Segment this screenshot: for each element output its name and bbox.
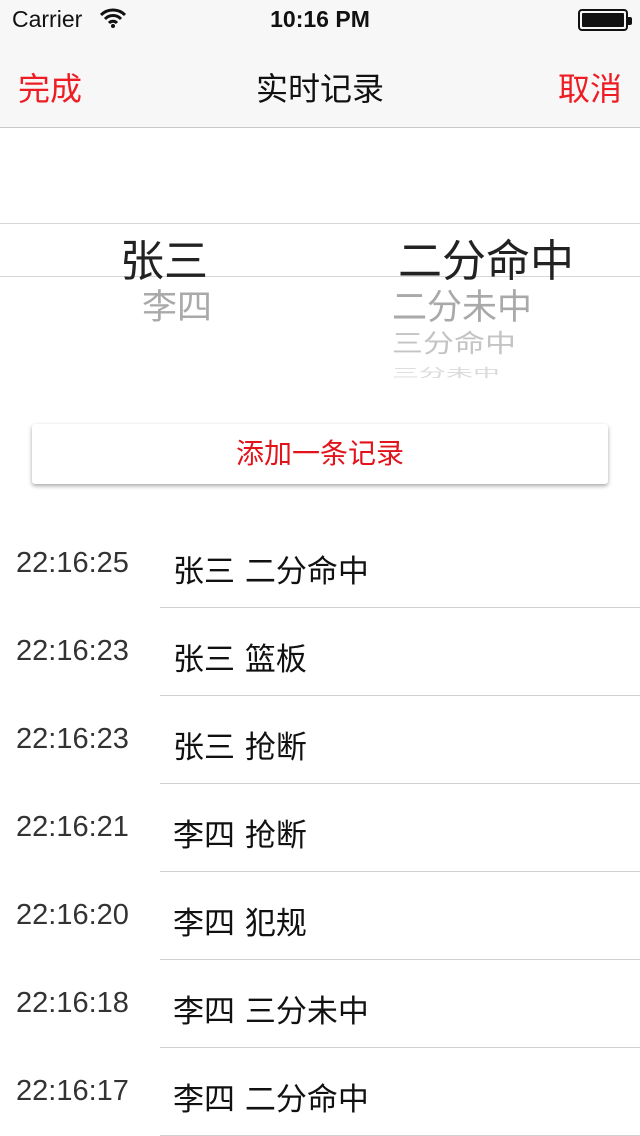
picker-action-option[interactable]: 三分命中 — [392, 323, 516, 359]
record-time: 22:16:20 — [16, 899, 129, 931]
record-text: 李四 三分未中 — [173, 994, 369, 1030]
status-bar: Carrier 10:16 PM — [0, 0, 640, 40]
record-text: 张三 抢断 — [173, 730, 307, 766]
record-row[interactable]: 22:16:20 李四 犯规 — [0, 872, 640, 960]
add-record-button[interactable]: 添加一条记录 — [32, 424, 608, 484]
record-time: 22:16:18 — [16, 987, 129, 1019]
record-row[interactable]: 22:16:23 张三 篮板 — [0, 608, 640, 696]
status-time: 10:16 PM — [270, 6, 370, 32]
cancel-button[interactable]: 取消 — [558, 64, 622, 110]
record-text: 李四 犯规 — [173, 906, 307, 942]
page-title: 实时记录 — [255, 70, 384, 108]
player-wheel[interactable]: 张三 李四 — [0, 129, 330, 389]
record-text: 李四 二分命中 — [173, 1082, 369, 1118]
record-text: 张三 二分命中 — [173, 554, 369, 590]
battery-icon — [578, 9, 632, 31]
record-row[interactable]: 22:16:17 李四 二分命中 — [0, 1048, 640, 1136]
picker-player-option[interactable]: 李四 — [142, 279, 212, 330]
record-row[interactable]: 22:16:18 李四 三分未中 — [0, 960, 640, 1048]
record-time: 22:16:23 — [16, 723, 129, 755]
navigation-bar: 完成 实时记录 取消 — [0, 40, 640, 128]
record-time: 22:16:23 — [16, 635, 129, 667]
record-row[interactable]: 22:16:21 李四 抢断 — [0, 784, 640, 872]
record-text: 李四 抢断 — [173, 818, 307, 854]
record-time: 22:16:21 — [16, 811, 129, 843]
record-time: 22:16:17 — [16, 1075, 129, 1107]
player-action-picker[interactable]: 张三 李四 二分命中 二分未中 三分命中 三分未中 — [0, 129, 640, 389]
record-row[interactable]: 22:16:23 张三 抢断 — [0, 696, 640, 784]
picker-action-option[interactable]: 三分未中 — [392, 363, 500, 381]
record-row[interactable]: 22:16:25 张三 二分命中 — [0, 520, 640, 608]
record-list: 22:16:25 张三 二分命中 22:16:23 张三 篮板 22:16:23… — [0, 520, 640, 1136]
record-time: 22:16:25 — [16, 547, 129, 579]
action-wheel[interactable]: 二分命中 二分未中 三分命中 三分未中 — [330, 129, 640, 389]
record-text: 张三 篮板 — [173, 642, 307, 678]
